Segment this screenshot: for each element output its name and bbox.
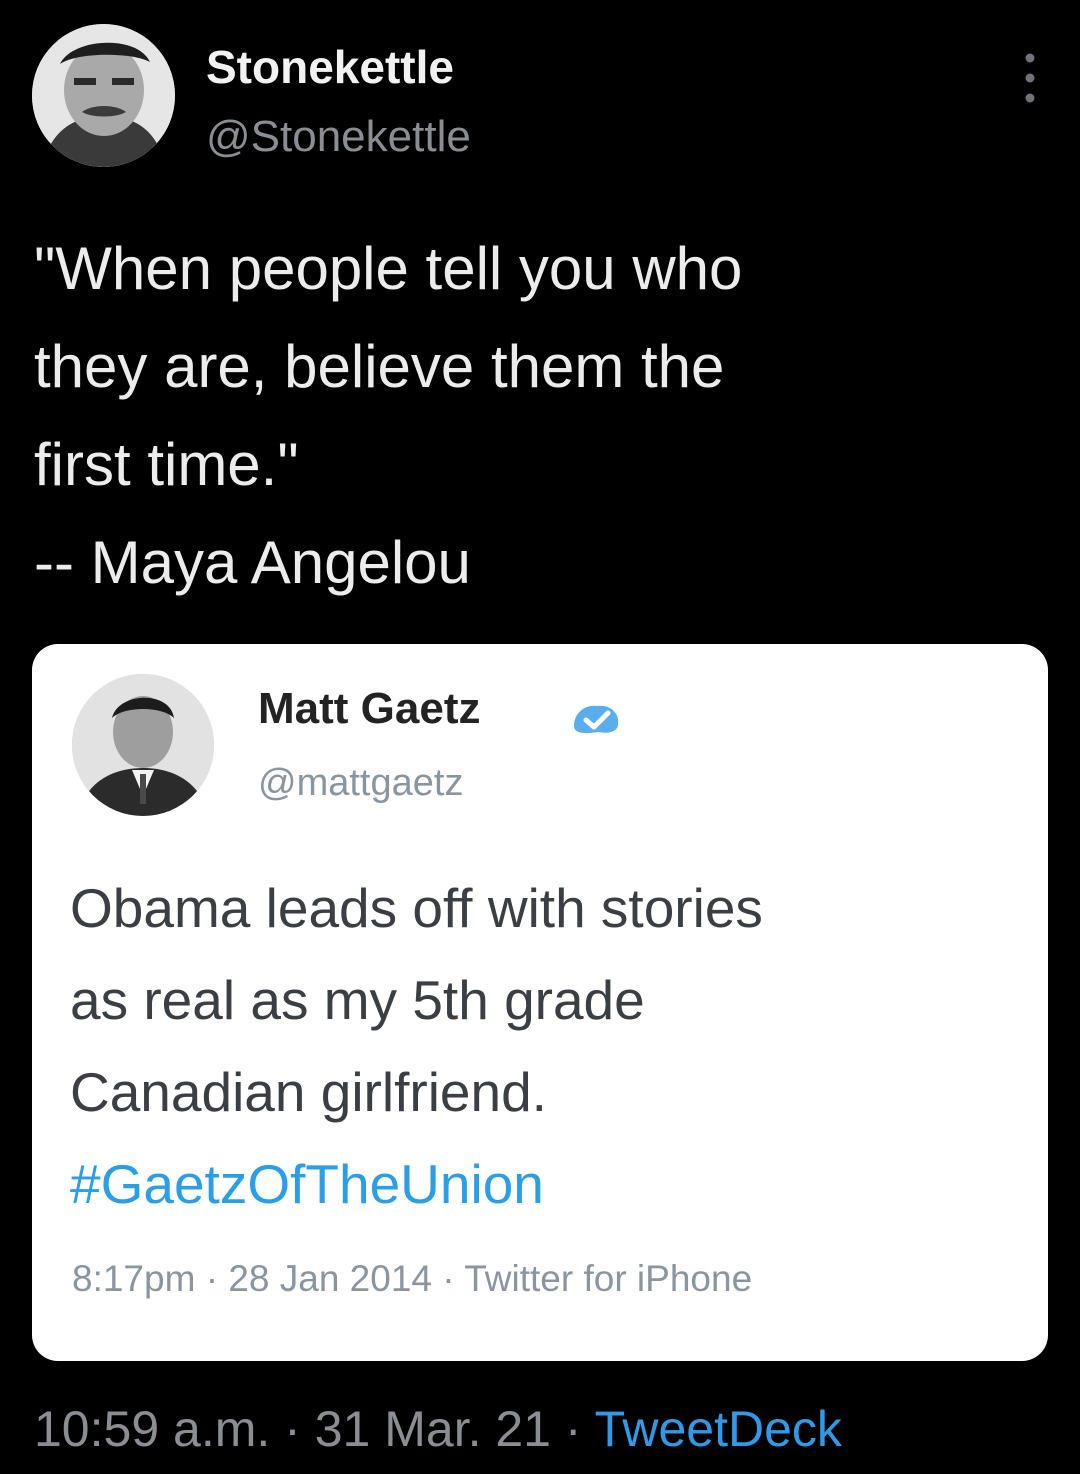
- quoted-author-display-name[interactable]: Matt Gaetz: [258, 684, 480, 734]
- tweet-date[interactable]: 31 Mar. 21: [315, 1401, 551, 1457]
- tweet-text: "When people tell you who they are, beli…: [34, 235, 743, 596]
- author-handle[interactable]: @Stonekettle: [206, 112, 471, 162]
- author-display-name[interactable]: Stonekettle: [206, 40, 454, 94]
- tweet-source-link[interactable]: TweetDeck: [595, 1401, 842, 1457]
- quoted-tweet-text: Obama leads off with stories as real as …: [70, 862, 1030, 1230]
- quoted-time: 8:17pm: [72, 1258, 196, 1299]
- quoted-text-line: Obama leads off with stories: [70, 877, 763, 939]
- tweet-time[interactable]: 10:59 a.m.: [34, 1401, 270, 1457]
- quoted-author-handle[interactable]: @mattgaetz: [258, 762, 463, 805]
- mattgaetz-avatar: [72, 674, 214, 816]
- more-options-button[interactable]: [1012, 48, 1048, 108]
- meta-separator: ·: [442, 1258, 455, 1299]
- quoted-tweet-meta: 8:17pm · 28 Jan 2014 · Twitter for iPhon…: [72, 1258, 752, 1300]
- tweet-meta: 10:59 a.m. · 31 Mar. 21 · TweetDeck: [34, 1400, 842, 1458]
- quoted-text-line: as real as my 5th grade: [70, 969, 645, 1031]
- avatar-photo: [32, 24, 175, 167]
- stonekettle-avatar[interactable]: [32, 24, 175, 167]
- tweet-header: Stonekettle @Stonekettle: [32, 24, 1048, 174]
- hashtag-link[interactable]: #GaetzOfTheUnion: [70, 1138, 1030, 1230]
- meta-separator: ·: [284, 1401, 301, 1457]
- meta-separator: ·: [205, 1258, 219, 1299]
- quoted-text-line: Canadian girlfriend.: [70, 1061, 547, 1123]
- meta-separator: ·: [564, 1401, 582, 1457]
- quoted-client: Twitter for iPhone: [464, 1258, 753, 1299]
- quoted-date: 28 Jan 2014: [228, 1258, 432, 1299]
- more-vertical-icon: [1025, 53, 1035, 103]
- quoted-avatar-photo: [72, 674, 214, 816]
- verified-badge-icon: [568, 696, 626, 738]
- quoted-tweet-card[interactable]: Matt Gaetz @mattgaetz Obama leads off wi…: [32, 644, 1048, 1361]
